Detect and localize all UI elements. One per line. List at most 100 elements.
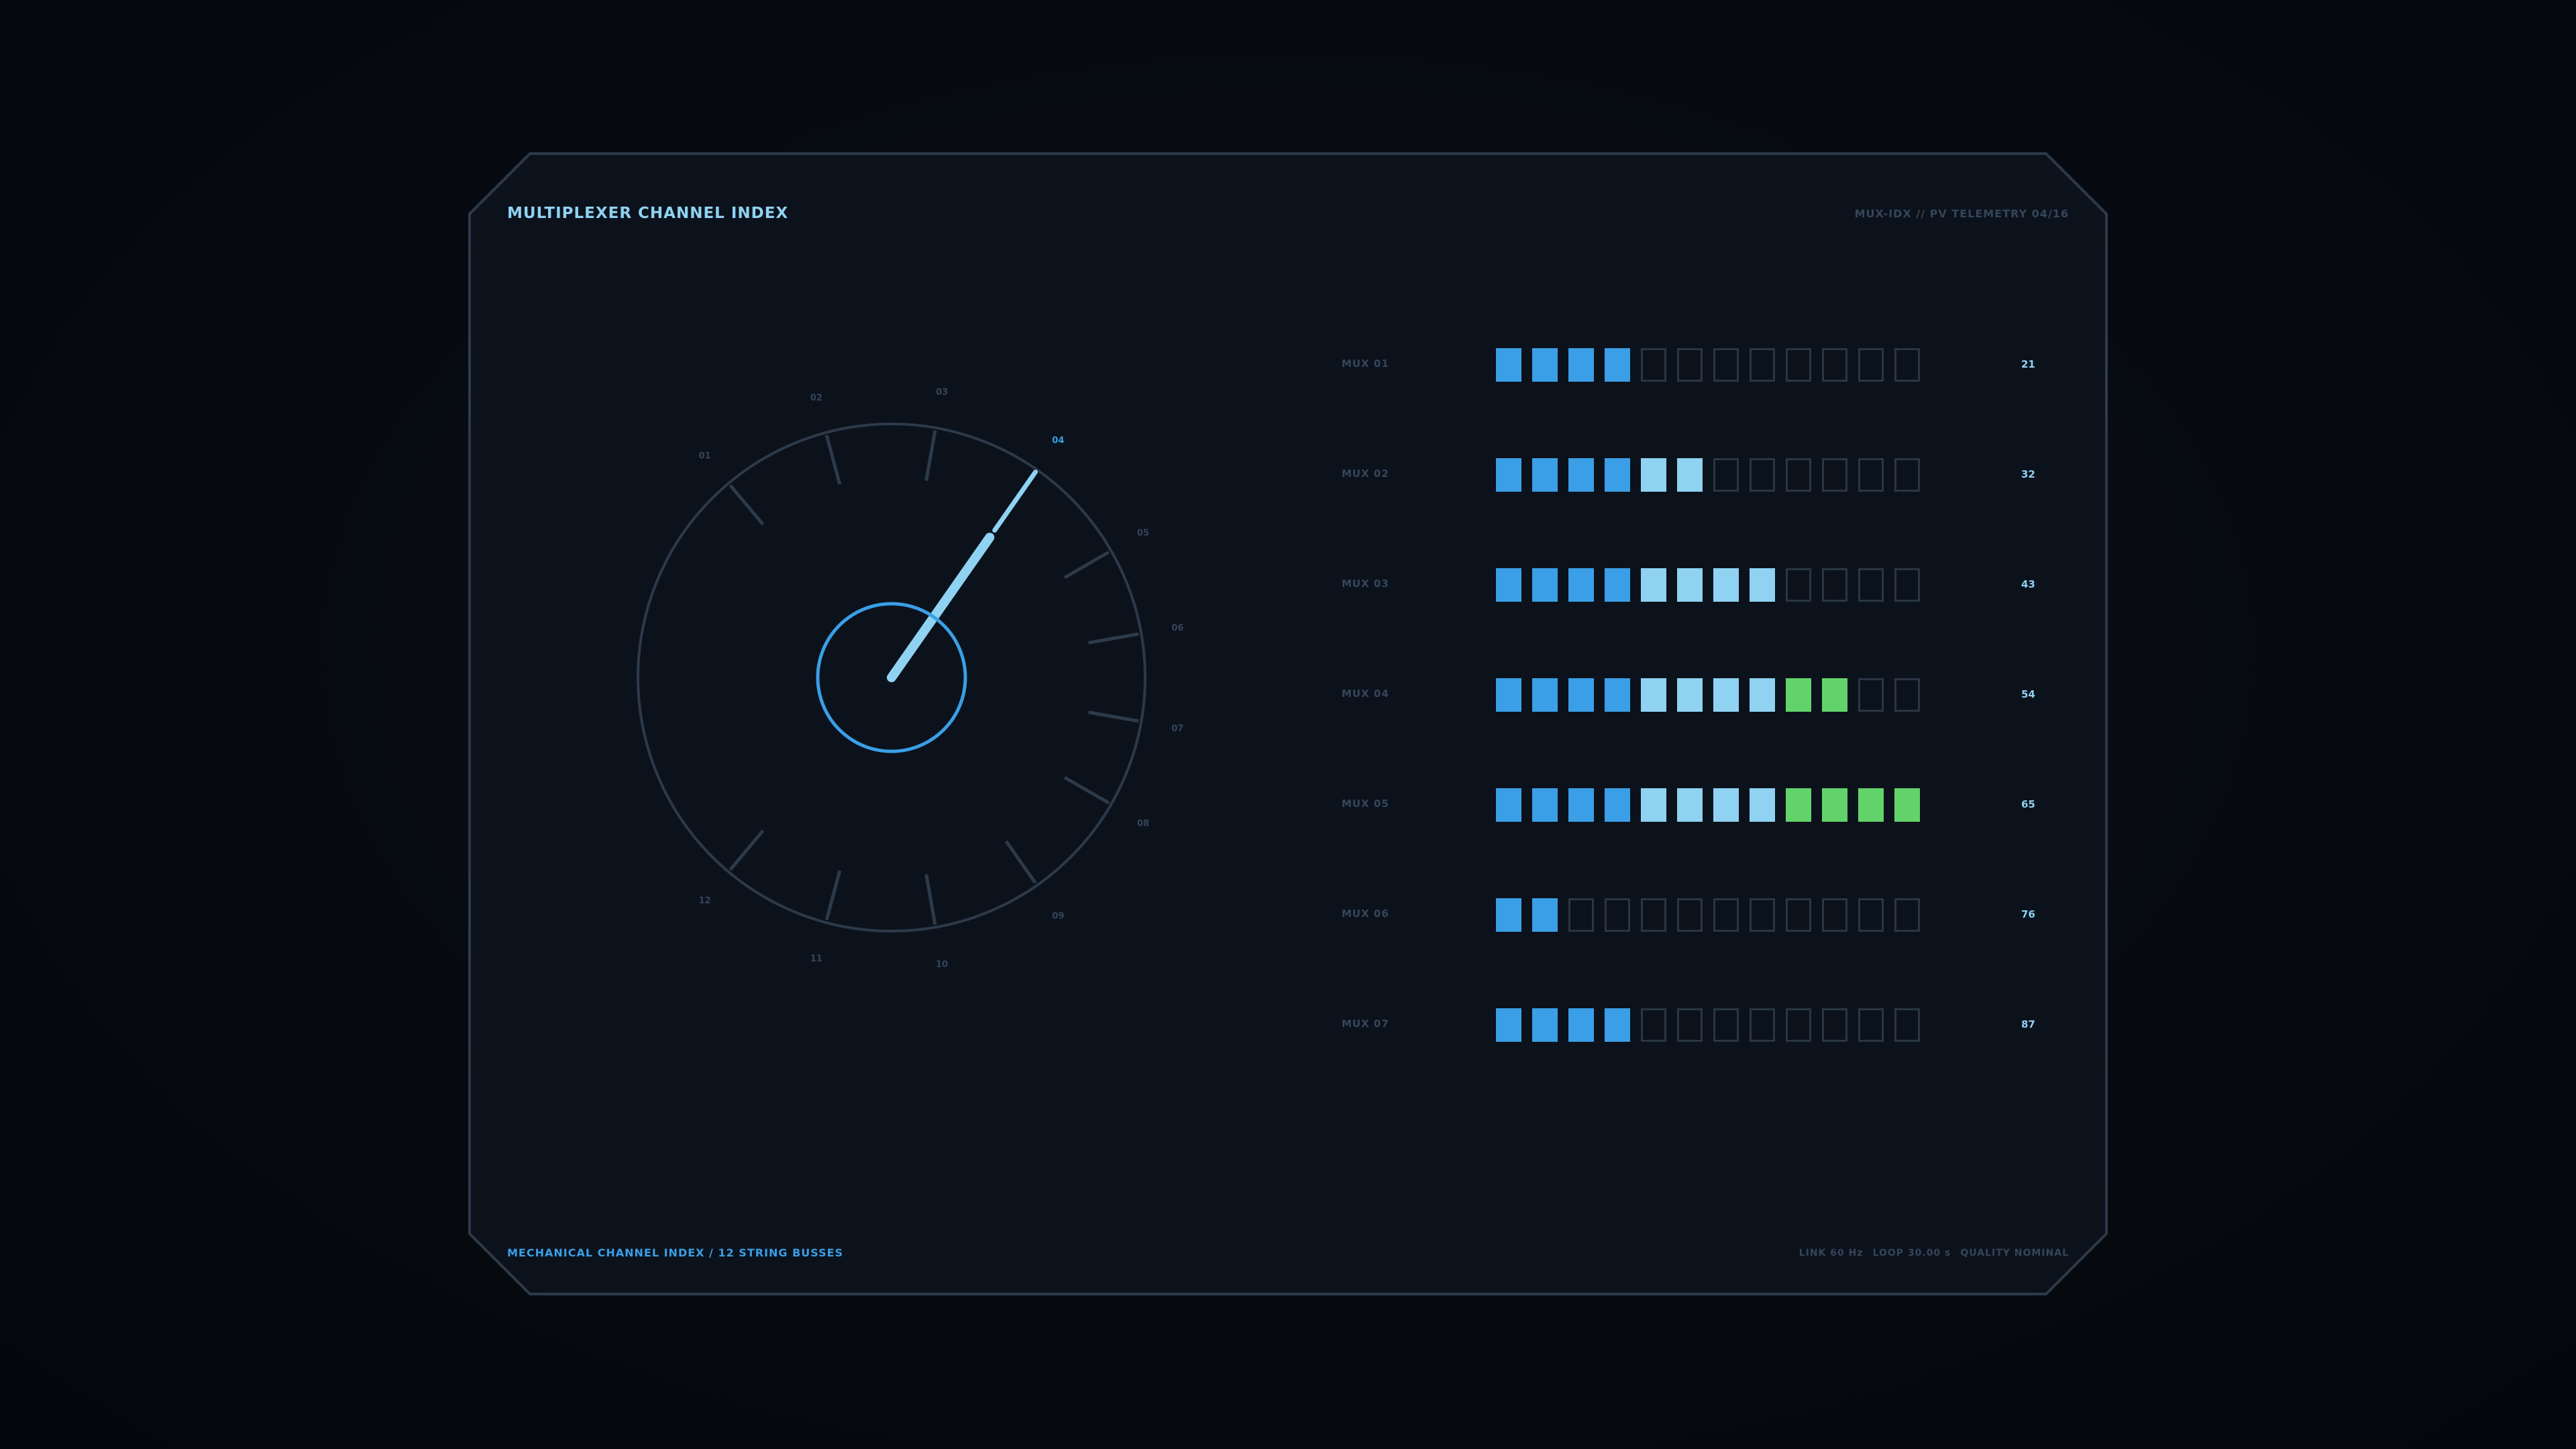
meter-cell-lit bbox=[1858, 788, 1884, 822]
mux-row[interactable]: MUX 01 21 bbox=[1342, 346, 2053, 384]
dial-channel-label: 10 bbox=[936, 959, 948, 969]
meter-cell-off bbox=[1858, 458, 1884, 492]
dial-channel-label: 03 bbox=[936, 388, 948, 398]
meter-cell-off bbox=[1641, 898, 1666, 932]
meter-cell-lit bbox=[1496, 678, 1521, 712]
meter-cell-lit bbox=[1605, 1008, 1630, 1042]
meter-cell-lit bbox=[1605, 458, 1630, 492]
meter-cell-off bbox=[1750, 458, 1775, 492]
dial-tick bbox=[924, 430, 937, 481]
meter-cell-lit bbox=[1532, 568, 1558, 602]
dial-needle-tip bbox=[992, 470, 1038, 533]
meter-cell-lit bbox=[1713, 788, 1739, 822]
meter-cell-lit bbox=[1496, 1008, 1521, 1042]
dial-channel-label: 02 bbox=[810, 393, 822, 403]
meter-cell-off bbox=[1641, 1008, 1666, 1042]
meter-cell-lit bbox=[1786, 678, 1811, 712]
mux-label: MUX 06 bbox=[1342, 908, 1389, 920]
meter-cell-lit bbox=[1496, 788, 1521, 822]
mux-label: MUX 07 bbox=[1342, 1018, 1389, 1030]
mux-row[interactable]: MUX 06 76 bbox=[1342, 896, 2053, 934]
mux-label: MUX 05 bbox=[1342, 798, 1389, 810]
dial-channel-label: 08 bbox=[1137, 819, 1149, 829]
mux-row[interactable]: MUX 07 87 bbox=[1342, 1006, 2053, 1044]
meter-cell-lit bbox=[1677, 678, 1703, 712]
meter-cell-off bbox=[1894, 898, 1920, 932]
mux-value: 76 bbox=[2021, 908, 2035, 920]
meter-cell-lit bbox=[1641, 568, 1666, 602]
dial-tick bbox=[729, 484, 765, 526]
meter-cell-lit bbox=[1677, 568, 1703, 602]
meter-cell-off bbox=[1894, 1008, 1920, 1042]
meter-cell-lit bbox=[1532, 678, 1558, 712]
meter-cell-lit bbox=[1568, 458, 1594, 492]
meter-cell-off bbox=[1786, 898, 1811, 932]
meter-cell-off bbox=[1677, 898, 1703, 932]
mux-value: 43 bbox=[2021, 578, 2035, 590]
meter-cell-off bbox=[1894, 568, 1920, 602]
meter-cell-lit bbox=[1750, 678, 1775, 712]
dial-tick bbox=[824, 435, 842, 485]
dial-tick bbox=[924, 874, 937, 925]
meter-cell-off bbox=[1750, 898, 1775, 932]
meter-cell-off bbox=[1822, 898, 1847, 932]
meter-cell-off bbox=[1894, 348, 1920, 382]
meter-cell-lit bbox=[1568, 788, 1594, 822]
meter-cell-lit bbox=[1568, 568, 1594, 602]
mux-value: 32 bbox=[2021, 468, 2035, 480]
dial-tick bbox=[1063, 775, 1110, 805]
meter-cell-lit bbox=[1605, 678, 1630, 712]
meter-cell-off bbox=[1858, 348, 1884, 382]
meter-cell-lit bbox=[1496, 568, 1521, 602]
dial-channel-label: 07 bbox=[1171, 724, 1183, 734]
meter-cell-lit bbox=[1641, 788, 1666, 822]
meter-cell-off bbox=[1822, 1008, 1847, 1042]
footer-caption: MECHANICAL CHANNEL INDEX / 12 STRING BUS… bbox=[507, 1246, 844, 1259]
dial-tick bbox=[824, 870, 842, 920]
telemetry-header: MUX-IDX // PV TELEMETRY 04/16 bbox=[1854, 207, 2069, 220]
mux-row[interactable]: MUX 04 54 bbox=[1342, 676, 2053, 714]
dial-channel-label: 01 bbox=[699, 451, 711, 461]
meter-cell-lit bbox=[1822, 788, 1847, 822]
telemetry-panel: MULTIPLEXER CHANNEL INDEX MUX-IDX // PV … bbox=[468, 152, 2108, 1295]
mux-label: MUX 04 bbox=[1342, 688, 1389, 700]
meter-cell-off bbox=[1858, 898, 1884, 932]
meter-cell-lit bbox=[1568, 678, 1594, 712]
meter-cell-off bbox=[1750, 348, 1775, 382]
meter-cell-lit bbox=[1605, 788, 1630, 822]
meter-cell-off bbox=[1677, 348, 1703, 382]
meter-cell-lit bbox=[1713, 568, 1739, 602]
meter-cell-lit bbox=[1605, 568, 1630, 602]
mux-label: MUX 03 bbox=[1342, 578, 1389, 590]
meter-cell-off bbox=[1750, 1008, 1775, 1042]
dial-tick bbox=[729, 829, 765, 871]
mux-label: MUX 01 bbox=[1342, 358, 1389, 370]
dial-needle bbox=[887, 533, 995, 682]
meter-cell-lit bbox=[1568, 348, 1594, 382]
meter-cell-lit bbox=[1496, 458, 1521, 492]
meter-cell-off bbox=[1605, 898, 1630, 932]
footer-status: LINK 60 Hz LOOP 30.00 s QUALITY NOMINAL bbox=[1799, 1248, 2069, 1258]
meter-cell-lit bbox=[1641, 678, 1666, 712]
dial-tick bbox=[1063, 550, 1110, 580]
meter-cell-off bbox=[1713, 898, 1739, 932]
meter-cell-off bbox=[1713, 1008, 1739, 1042]
meter-cell-off bbox=[1786, 1008, 1811, 1042]
meter-cell-off bbox=[1822, 348, 1847, 382]
mux-value: 54 bbox=[2021, 688, 2035, 700]
mux-row[interactable]: MUX 02 32 bbox=[1342, 456, 2053, 494]
dial-tick bbox=[1088, 632, 1139, 645]
meter-cell-lit bbox=[1605, 348, 1630, 382]
meter-cell-off bbox=[1786, 348, 1811, 382]
mux-row[interactable]: MUX 05 65 bbox=[1342, 786, 2053, 824]
dial-channel-label: 09 bbox=[1052, 912, 1064, 922]
mux-row[interactable]: MUX 03 43 bbox=[1342, 566, 2053, 604]
meter-cell-lit bbox=[1750, 568, 1775, 602]
dial-tick bbox=[1088, 710, 1139, 723]
meter-cell-lit bbox=[1532, 458, 1558, 492]
meter-cell-off bbox=[1713, 458, 1739, 492]
channel-dial[interactable]: 01 02 03 04 05 06 07 08 09 10 11 12 bbox=[468, 152, 1340, 1295]
loop-time: LOOP 30.00 s bbox=[1872, 1248, 1951, 1258]
meter-cell-lit bbox=[1532, 348, 1558, 382]
meter-cell-lit bbox=[1677, 458, 1703, 492]
